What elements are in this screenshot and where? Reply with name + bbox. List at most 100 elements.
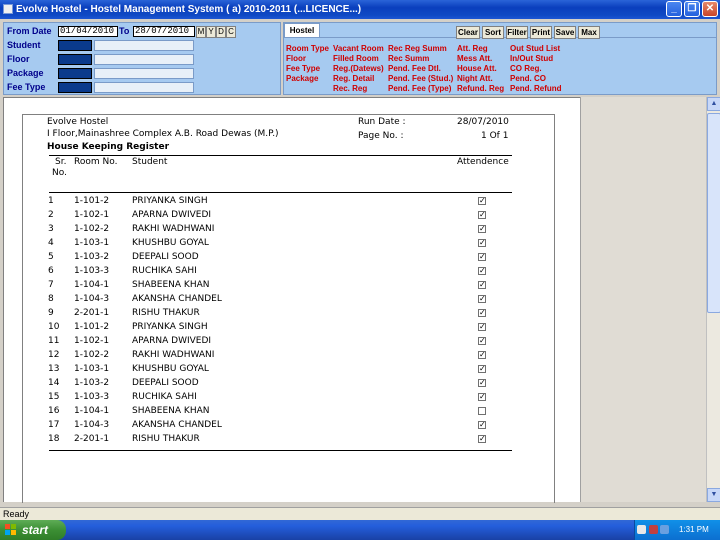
- floor-name-field[interactable]: [94, 54, 194, 65]
- tray-network-icon[interactable]: [660, 525, 669, 534]
- report-rec-reg-summ-link[interactable]: Rec Reg Summ: [388, 44, 447, 53]
- report-reg-detail-link[interactable]: Reg. Detail: [333, 74, 374, 83]
- max-button[interactable]: Max: [578, 26, 600, 39]
- period-day-button[interactable]: D: [216, 26, 226, 38]
- from-date-field[interactable]: 01/04/2010: [58, 26, 118, 37]
- row-room: 1-103-1: [74, 364, 110, 374]
- org-address: I Floor,Mainashree Complex A.B. Road Dew…: [47, 129, 279, 139]
- vertical-scrollbar[interactable]: ▲ ▼: [706, 97, 720, 502]
- report-pend-fee-dtl-link[interactable]: Pend. Fee Dtl.: [388, 64, 441, 73]
- col-header-attendance: Attendence: [457, 157, 509, 167]
- student-code-field[interactable]: [58, 40, 92, 51]
- report-out-stud-list-link[interactable]: Out Stud List: [510, 44, 560, 53]
- header-rule-top: [49, 155, 512, 156]
- report-pend-refund-link[interactable]: Pend. Refund: [510, 84, 562, 93]
- row-room: 1-103-3: [74, 266, 110, 276]
- period-month-button[interactable]: M: [196, 26, 206, 38]
- tab-hostel[interactable]: Hostel: [284, 23, 320, 38]
- row-student: RISHU THAKUR: [132, 434, 200, 444]
- restore-button[interactable]: ❐: [684, 1, 700, 17]
- attendance-checkbox[interactable]: ✓: [478, 435, 486, 443]
- close-button[interactable]: ✕: [702, 1, 718, 17]
- attendance-checkbox[interactable]: [478, 407, 486, 415]
- minimize-button[interactable]: _: [666, 1, 682, 17]
- row-sr: 3: [48, 224, 54, 234]
- report-rec-summ-link[interactable]: Rec Summ: [388, 54, 429, 63]
- package-code-field[interactable]: [58, 68, 92, 79]
- row-student: DEEPALI SOOD: [132, 378, 199, 388]
- scroll-down-icon[interactable]: ▼: [707, 488, 720, 502]
- attendance-checkbox[interactable]: ✓: [478, 421, 486, 429]
- sort-button[interactable]: Sort: [482, 26, 504, 39]
- report-package-link[interactable]: Package: [286, 74, 318, 83]
- report-att-reg-link[interactable]: Att. Reg: [457, 44, 488, 53]
- row-sr: 12: [48, 350, 60, 360]
- floor-label: Floor: [7, 54, 30, 64]
- row-room: 2-201-1: [74, 434, 110, 444]
- attendance-checkbox[interactable]: ✓: [478, 197, 486, 205]
- attendance-checkbox[interactable]: ✓: [478, 393, 486, 401]
- scroll-up-icon[interactable]: ▲: [707, 97, 720, 111]
- attendance-checkbox[interactable]: ✓: [478, 253, 486, 261]
- fee-type-code-field[interactable]: [58, 82, 92, 93]
- row-room: 1-104-3: [74, 420, 110, 430]
- row-sr: 17: [48, 420, 60, 430]
- attendance-checkbox[interactable]: ✓: [478, 239, 486, 247]
- title-bar: Evolve Hostel - Hostel Management System…: [0, 0, 720, 19]
- row-student: RAKHI WADHWANI: [132, 224, 215, 234]
- attendance-checkbox[interactable]: ✓: [478, 281, 486, 289]
- clear-button[interactable]: Clear: [456, 26, 480, 39]
- attendance-checkbox[interactable]: ✓: [478, 323, 486, 331]
- report-co-reg-link[interactable]: CO Reg.: [510, 64, 542, 73]
- report-filled-room-link[interactable]: Filled Room: [333, 54, 379, 63]
- attendance-checkbox[interactable]: ✓: [478, 365, 486, 373]
- print-button[interactable]: Print: [530, 26, 552, 39]
- student-name-field[interactable]: [94, 40, 194, 51]
- report-rec-reg-link[interactable]: Rec. Reg: [333, 84, 367, 93]
- report-page: Evolve Hostel I Floor,Mainashree Complex…: [3, 97, 580, 503]
- report-night-att-link[interactable]: Night Att.: [457, 74, 493, 83]
- save-button[interactable]: Save: [554, 26, 576, 39]
- tray-security-icon[interactable]: [649, 525, 658, 534]
- attendance-checkbox[interactable]: ✓: [478, 225, 486, 233]
- attendance-checkbox[interactable]: ✓: [478, 337, 486, 345]
- fee-type-name-field[interactable]: [94, 82, 194, 93]
- period-year-button[interactable]: Y: [206, 26, 216, 38]
- scroll-thumb[interactable]: [707, 113, 720, 313]
- report-house-att-link[interactable]: House Att.: [457, 64, 497, 73]
- period-custom-button[interactable]: C: [226, 26, 236, 38]
- report-vacant-room-link[interactable]: Vacant Room: [333, 44, 384, 53]
- filter-button[interactable]: Filter: [506, 26, 528, 39]
- row-student: SHABEENA KHAN: [132, 406, 210, 416]
- report-room-type-link[interactable]: Room Type: [286, 44, 329, 53]
- windows-logo-icon: [5, 524, 17, 536]
- run-date-label: Run Date :: [358, 117, 406, 127]
- col-header-no: No.: [52, 168, 67, 178]
- report-pend-fee-type-link[interactable]: Pend. Fee (Type): [388, 84, 451, 93]
- report-mess-att-link[interactable]: Mess Att.: [457, 54, 492, 63]
- start-button[interactable]: start: [0, 520, 66, 540]
- report-pend-fee-stud-link[interactable]: Pend. Fee (Stud.): [388, 74, 453, 83]
- row-sr: 9: [48, 308, 54, 318]
- attendance-checkbox[interactable]: ✓: [478, 309, 486, 317]
- row-room: 1-101-2: [74, 322, 110, 332]
- report-pend-co-link[interactable]: Pend. CO: [510, 74, 546, 83]
- report-reg-datews-link[interactable]: Reg.(Datews): [333, 64, 384, 73]
- package-name-field[interactable]: [94, 68, 194, 79]
- attendance-checkbox[interactable]: ✓: [478, 211, 486, 219]
- to-date-field[interactable]: 28/07/2010: [133, 26, 195, 37]
- attendance-checkbox[interactable]: ✓: [478, 351, 486, 359]
- report-fee-type-link[interactable]: Fee Type: [286, 64, 320, 73]
- attendance-checkbox[interactable]: ✓: [478, 379, 486, 387]
- row-student: RISHU THAKUR: [132, 308, 200, 318]
- floor-code-field[interactable]: [58, 54, 92, 65]
- report-floor-link[interactable]: Floor: [286, 54, 306, 63]
- row-sr: 2: [48, 210, 54, 220]
- attendance-checkbox[interactable]: ✓: [478, 295, 486, 303]
- run-date-value: 28/07/2010: [457, 117, 509, 127]
- report-refund-reg-link[interactable]: Refund. Reg: [457, 84, 504, 93]
- attendance-checkbox[interactable]: ✓: [478, 267, 486, 275]
- tray-arrow-icon[interactable]: [637, 525, 646, 534]
- row-student: PRIYANKA SINGH: [132, 196, 208, 206]
- report-in-out-stud-link[interactable]: In/Out Stud: [510, 54, 553, 63]
